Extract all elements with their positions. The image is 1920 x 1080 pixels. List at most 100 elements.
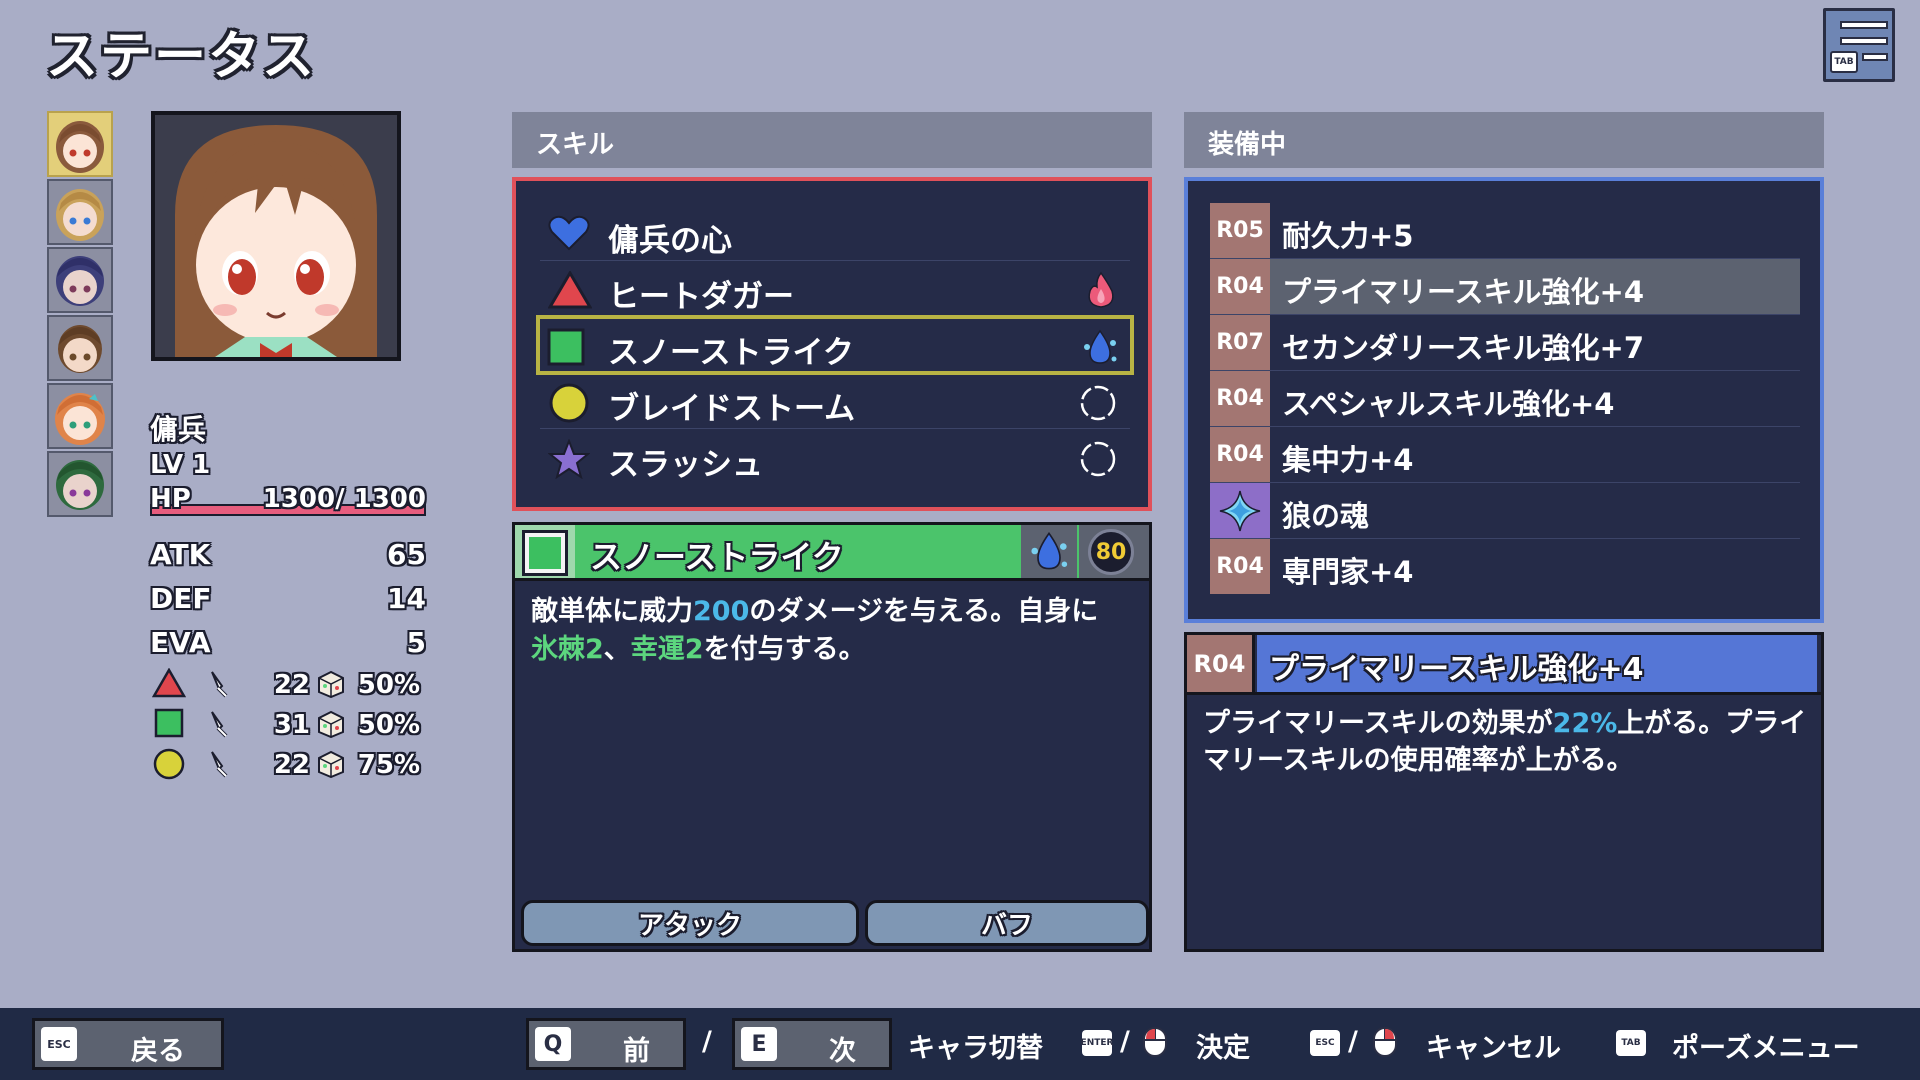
purple-star-icon (548, 439, 590, 479)
desc-text: 、 (603, 634, 631, 665)
green-square-icon (154, 708, 184, 738)
element-attack-value: 22 (273, 750, 310, 780)
skill-description: 敵単体に威力200のダメージを与える。自身に 氷棘2、幸運2を付与する。 (531, 593, 1141, 669)
no-element-icon (1080, 441, 1116, 477)
skill-cost: 80 (1088, 529, 1134, 575)
red-triangle-icon (152, 668, 186, 698)
tab-key-icon: TAB (1616, 1030, 1646, 1056)
q-key-icon: Q (535, 1027, 571, 1061)
stat-value: 65 (387, 538, 426, 571)
yellow-circle-icon (549, 383, 589, 423)
desc-text: のダメージを与える。自身に (749, 596, 1099, 627)
equipment-item[interactable]: R05 耐久力+5 (1210, 203, 1800, 259)
confirm-hint: 決定 (1196, 1033, 1250, 1064)
equipment-item[interactable]: R04 専門家+4 (1210, 539, 1800, 595)
desc-text: 敵単体に威力 (531, 596, 693, 627)
skill-item[interactable]: ヒートダガー (540, 261, 1130, 317)
character-level: LV 1 (150, 450, 211, 480)
element-row-square: 31 50% (150, 704, 426, 744)
skill-label: スラッシュ (608, 447, 763, 483)
fire-icon (1088, 271, 1114, 308)
prev-character-button[interactable]: Q 前 (526, 1018, 686, 1070)
equipment-header: 装備中 (1184, 112, 1824, 168)
equipment-item[interactable]: R04 集中力+4 (1210, 427, 1800, 483)
element-attack-value: 31 (273, 710, 310, 740)
element-rate-value: 50% (357, 710, 420, 740)
special-badge (1210, 483, 1270, 538)
equipment-label: スペシャルスキル強化+4 (1282, 387, 1615, 421)
skills-header: スキル (512, 112, 1152, 168)
skill-item[interactable]: ブレイドストーム (540, 373, 1130, 429)
equipment-detail-name: プライマリースキル強化+4 (1257, 635, 1817, 692)
character-face-icon (56, 189, 104, 241)
hp-value: 1300/ 1300 (262, 484, 426, 514)
tab-key-icon: TAB (1830, 51, 1858, 73)
character-face-icon (56, 256, 104, 306)
skill-label: ヒートダガー (608, 279, 794, 315)
separator: / (1348, 1026, 1358, 1057)
element-rate-value: 75% (357, 750, 420, 780)
mercenary-portrait-image (175, 125, 377, 357)
e-key-icon: E (741, 1027, 777, 1061)
stat-value: 14 (387, 582, 426, 615)
next-character-button[interactable]: E 次 (732, 1018, 892, 1070)
rank-badge: R07 (1210, 315, 1270, 370)
stat-label: DEF (150, 582, 212, 615)
equipment-item-selected[interactable]: R04 プライマリースキル強化+4 (1210, 259, 1800, 315)
mouse-left-click-icon (1143, 1027, 1167, 1057)
equipment-item[interactable]: 狼の魂 (1210, 483, 1800, 539)
skill-item[interactable]: スラッシュ (540, 429, 1130, 485)
rank-badge: R04 (1210, 427, 1270, 482)
switch-character-hint: キャラ切替 (908, 1033, 1043, 1064)
element-rate-value: 50% (357, 670, 420, 700)
character-thumb-4[interactable] (47, 315, 113, 381)
skill-label: ブレイドストーム (608, 391, 856, 427)
menu-line (1840, 21, 1888, 29)
stat-label: EVA (150, 626, 211, 659)
equipment-label: 専門家+4 (1282, 555, 1414, 589)
character-thumb-5[interactable] (47, 383, 113, 449)
character-stats: 傭兵 LV 1 HP 1300/ 1300 ATK 65 DEF 14 EVA … (150, 408, 426, 784)
green-square-icon (522, 530, 568, 576)
skill-label: スノーストライク (608, 335, 854, 371)
element-attack-value: 22 (273, 670, 310, 700)
character-thumb-6[interactable] (47, 451, 113, 517)
prev-label: 前 (623, 1036, 650, 1067)
sword-icon (211, 711, 228, 738)
equipment-label: 狼の魂 (1282, 499, 1370, 533)
stat-eva: EVA 5 (150, 620, 426, 664)
pause-menu-button[interactable]: TAB (1823, 8, 1895, 82)
menu-line (1840, 37, 1888, 45)
desc-text: を付与する。 (703, 634, 866, 665)
character-thumb-2[interactable] (47, 179, 113, 245)
rank-badge: R04 (1210, 539, 1270, 594)
character-face-icon (56, 460, 104, 510)
equipment-detail-panel: R04 プライマリースキル強化+4 プライマリースキルの効果が22%上がる。プラ… (1184, 632, 1824, 952)
skill-detail-panel: スノーストライク 80 敵単体に威力200のダメージを与える。自身に 氷棘2、幸運… (512, 522, 1152, 952)
water-drop-icon (1031, 531, 1068, 570)
rank-badge: R04 (1210, 371, 1270, 426)
stat-label: ATK (150, 538, 211, 571)
rank-badge: R05 (1210, 203, 1270, 258)
back-button[interactable]: ESC 戻る (32, 1018, 224, 1070)
sword-icon (211, 671, 228, 698)
character-thumb-mercenary[interactable] (47, 111, 113, 177)
character-thumb-3[interactable] (47, 247, 113, 313)
equipment-list: R05 耐久力+5 R04 プライマリースキル強化+4 R07 セカンダリースキ… (1184, 177, 1824, 623)
skill-item[interactable]: 傭兵の心 (540, 205, 1130, 261)
skill-item-selected[interactable]: スノーストライク (536, 315, 1134, 375)
character-face-icon (58, 325, 102, 373)
spirit-star-icon (1219, 490, 1261, 531)
rank-badge: R04 (1187, 635, 1255, 692)
equipment-item[interactable]: R07 セカンダリースキル強化+7 (1210, 315, 1800, 371)
character-face-icon (56, 121, 104, 173)
rank-badge: R04 (1210, 259, 1270, 314)
hp-row: HP 1300/ 1300 (150, 484, 426, 518)
equipment-item[interactable]: R04 スペシャルスキル強化+4 (1210, 371, 1800, 427)
equipment-label: 集中力+4 (1282, 443, 1414, 477)
character-portrait (151, 111, 401, 361)
desc-buff: 幸運2 (630, 634, 704, 665)
controls-footer: ESC 戻る Q 前 / E 次 キャラ切替 ENTER / 決定 ESC / … (0, 1008, 1920, 1080)
equipment-description: プライマリースキルの効果が22%上がる。プライマリースキルの使用確率が上がる。 (1203, 705, 1813, 779)
equipment-label: プライマリースキル強化+4 (1282, 275, 1645, 309)
